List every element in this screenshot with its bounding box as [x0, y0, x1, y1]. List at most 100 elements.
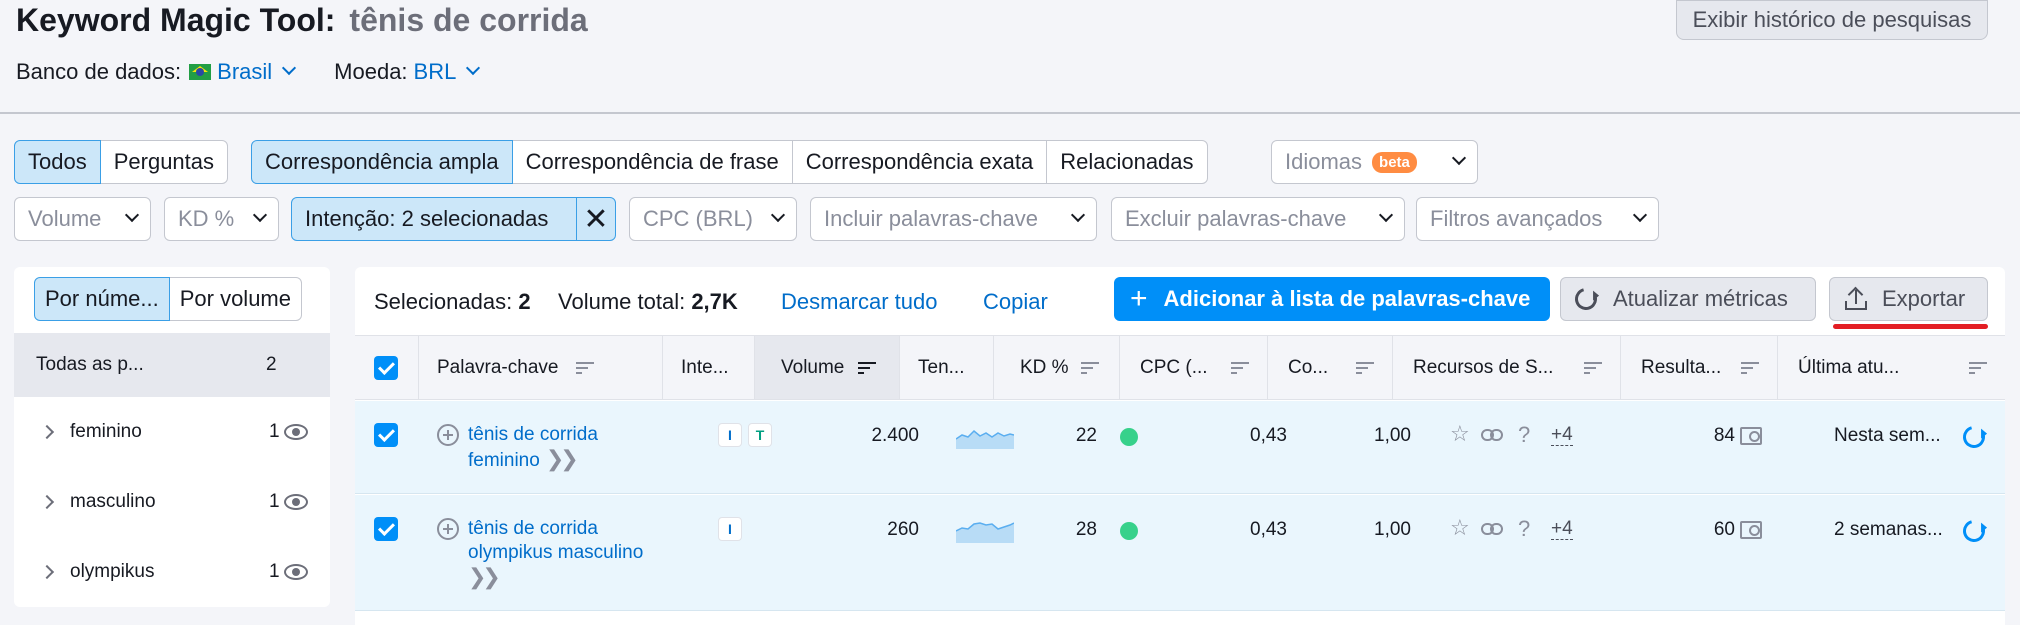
column-cpc[interactable]: CPC (... [1120, 336, 1268, 399]
export-button[interactable]: Exportar [1829, 277, 1988, 321]
group-name: olympikus [70, 561, 155, 582]
add-to-keyword-list-button[interactable]: + Adicionar à lista de palavras-chave [1114, 277, 1550, 321]
results-value: 84 [1713, 425, 1735, 446]
brazil-flag-icon [189, 64, 212, 80]
search-history-button[interactable]: Exibir histórico de pesquisas [1676, 0, 1988, 40]
currency-select[interactable]: BRL [414, 59, 457, 85]
add-keyword-icon[interactable] [437, 424, 459, 446]
intent-filter-select[interactable]: Intenção: 2 selecionadas [291, 197, 577, 241]
update-metrics-button[interactable]: Atualizar métricas [1560, 277, 1816, 321]
group-item-olympikus[interactable]: olympikus 1 [14, 537, 330, 607]
column-kd[interactable]: KD % [994, 336, 1120, 399]
all-keywords-group[interactable]: Todas as p... 2 [14, 333, 330, 397]
more-serp-features[interactable]: +4 [1551, 425, 1573, 446]
eye-icon[interactable] [284, 564, 308, 580]
chevron-right-icon[interactable] [39, 564, 55, 580]
group-item-masculino[interactable]: masculino 1 [14, 467, 330, 537]
sort-icon[interactable] [1080, 361, 1099, 374]
volume-value: 260 [887, 519, 919, 540]
column-results[interactable]: Resulta... [1621, 336, 1778, 399]
serp-view-icon[interactable] [1740, 427, 1762, 445]
sort-icon[interactable] [1356, 361, 1374, 374]
column-last-update[interactable]: Última atu... [1778, 336, 2005, 399]
chevron-right-icon[interactable] [39, 494, 55, 510]
eye-icon[interactable] [284, 424, 308, 440]
clear-intent-filter-button[interactable]: ✕ [576, 197, 616, 241]
sort-icon[interactable] [858, 361, 877, 374]
group-name: masculino [70, 491, 156, 512]
row-checkbox[interactable] [374, 517, 398, 541]
sort-icon[interactable] [1741, 361, 1759, 374]
eye-icon[interactable] [284, 494, 308, 510]
page-title: Keyword Magic Tool: tênis de corrida [16, 0, 588, 40]
cpc-value: 0,43 [1250, 425, 1287, 446]
column-serp-features[interactable]: Recursos de S... [1393, 336, 1621, 399]
chevron-right-icon[interactable] [39, 424, 55, 440]
column-label: Última atu... [1798, 356, 1900, 378]
keyword-text-line1: tênis de corrida [468, 518, 598, 539]
keyword-link[interactable]: tênis de corrida feminino ❯❯ [468, 423, 598, 473]
table-row: tênis de corrida feminino ❯❯ I T 2.400 22… [355, 401, 2005, 494]
column-volume[interactable]: Volume [755, 336, 900, 399]
competition-value: 1,00 [1374, 519, 1411, 540]
table-row: tênis de corrida olympikus masculino ❯❯ … [355, 495, 2005, 611]
kd-value: 28 [1075, 519, 1097, 540]
exclude-keywords-filter[interactable]: Excluir palavras-chave [1111, 197, 1405, 241]
chevron-down-icon[interactable] [466, 60, 481, 76]
column-keyword[interactable]: Palavra-chave [419, 336, 663, 399]
column-trend[interactable]: Ten... [900, 336, 994, 399]
languages-dropdown[interactable]: Idiomas beta [1271, 140, 1478, 184]
cpc-filter-label: CPC (BRL) [643, 206, 754, 231]
database-selector-row: Banco de dados: Brasil Moeda: BRL [16, 56, 481, 88]
chevron-down-icon[interactable] [282, 60, 297, 76]
group-count: 1 [269, 491, 280, 512]
tab-all[interactable]: Todos [14, 140, 101, 184]
exclude-keywords-label: Excluir palavras-chave [1125, 206, 1347, 231]
column-label: Ten... [918, 356, 965, 378]
select-all-checkbox[interactable] [374, 356, 398, 380]
keyword-groups-panel: Por núme... Por volume Todas as p... 2 f… [14, 267, 330, 607]
tab-exact-match[interactable]: Correspondência exata [791, 140, 1048, 184]
sort-icon[interactable] [1231, 361, 1249, 374]
upload-icon [1844, 286, 1868, 311]
copy-link[interactable]: Copiar [983, 289, 1048, 315]
last-update-value: Nesta sem... [1834, 425, 1941, 446]
selected-value: 2 [518, 289, 531, 314]
column-competition[interactable]: Co... [1268, 336, 1393, 399]
group-count: 1 [269, 561, 280, 582]
column-label: CPC (... [1140, 356, 1208, 378]
group-item-feminino[interactable]: feminino 1 [14, 397, 330, 467]
tab-phrase-match[interactable]: Correspondência de frase [511, 140, 793, 184]
kd-value: 22 [1075, 425, 1097, 446]
sort-by-number-button[interactable]: Por núme... [34, 277, 170, 321]
double-chevron-right-icon[interactable]: ❯❯ [468, 565, 501, 589]
column-intent[interactable]: Inte... [663, 336, 755, 399]
sort-icon[interactable] [1584, 361, 1602, 374]
cpc-value: 0,43 [1250, 519, 1287, 540]
keyword-text-line1: tênis de corrida [468, 424, 598, 445]
tab-related[interactable]: Relacionadas [1046, 140, 1208, 184]
sort-icon[interactable] [576, 361, 595, 374]
include-keywords-filter[interactable]: Incluir palavras-chave [810, 197, 1097, 241]
unmark-all-link[interactable]: Desmarcar tudo [781, 289, 938, 315]
refresh-icon[interactable] [1958, 515, 1990, 547]
add-keyword-icon[interactable] [437, 518, 459, 540]
sort-by-volume-button[interactable]: Por volume [168, 277, 302, 321]
sort-icon[interactable] [1969, 361, 1987, 374]
keyword-link[interactable]: tênis de corrida olympikus masculino ❯❯ [468, 517, 643, 591]
kd-filter[interactable]: KD % [164, 197, 279, 241]
serp-view-icon[interactable] [1740, 521, 1762, 539]
more-serp-features[interactable]: +4 [1551, 519, 1573, 540]
tab-broad-match[interactable]: Correspondência ampla [251, 140, 513, 184]
cpc-filter[interactable]: CPC (BRL) [629, 197, 797, 241]
database-select[interactable]: Brasil [217, 59, 272, 85]
double-chevron-right-icon[interactable]: ❯❯ [546, 447, 579, 471]
row-checkbox[interactable] [374, 423, 398, 447]
selected-count: Selecionadas: 2 [374, 289, 531, 315]
selected-label: Selecionadas: [374, 289, 513, 314]
select-all-cell [355, 336, 419, 399]
refresh-icon[interactable] [1958, 421, 1990, 453]
volume-filter[interactable]: Volume [14, 197, 151, 241]
advanced-filters[interactable]: Filtros avançados [1416, 197, 1659, 241]
tab-questions[interactable]: Perguntas [99, 140, 229, 184]
